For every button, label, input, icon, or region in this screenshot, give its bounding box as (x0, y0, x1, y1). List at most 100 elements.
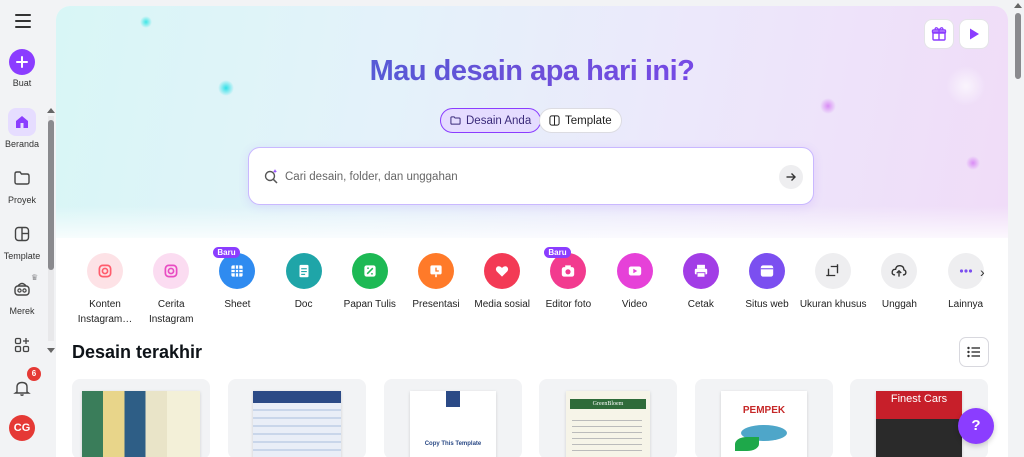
design-type-upload[interactable]: Unggah (863, 253, 935, 312)
list-icon (967, 346, 980, 358)
main-panel: Mau desain apa hari ini? Desain Anda Tem… (56, 6, 1008, 457)
menu-icon[interactable] (15, 14, 31, 28)
list-view-button[interactable] (959, 337, 989, 367)
sidebar-item-brand[interactable]: ♛ Merek (0, 273, 44, 316)
design-thumbnail (82, 391, 200, 457)
tab-label: Template (565, 114, 612, 127)
recent-design-card[interactable]: Copy This Template (384, 379, 522, 457)
page-scrollbar[interactable] (1012, 0, 1024, 457)
design-thumbnail: GreenBloem (566, 391, 650, 457)
folder-icon (450, 116, 461, 125)
design-type-doc[interactable]: Doc (268, 253, 340, 312)
tab-template[interactable]: Template (539, 108, 622, 133)
chevron-right-icon[interactable]: › (980, 264, 985, 280)
instagram-story-icon (153, 253, 190, 289)
magic-search-icon (264, 169, 278, 184)
design-type-instagram-post[interactable]: Konten Instagram… (69, 253, 141, 327)
menu-lines (572, 415, 642, 455)
more-icon (947, 253, 984, 289)
tab-your-designs[interactable]: Desain Anda (440, 108, 542, 133)
sidebar-scrollbar[interactable] (47, 106, 55, 356)
scrollbar-thumb[interactable] (1015, 13, 1021, 79)
recent-design-card[interactable]: GreenBloem (539, 379, 677, 457)
page-title: Mau desain apa hari ini? (56, 55, 1008, 88)
design-thumbnail: PEMPEK (721, 391, 807, 457)
recent-design-card[interactable]: PEMPEK (695, 379, 833, 457)
design-type-print[interactable]: Cetak (665, 253, 737, 312)
design-type-whiteboard[interactable]: Papan Tulis (334, 253, 406, 312)
hero-banner: Mau desain apa hari ini? Desain Anda Tem… (56, 6, 1008, 238)
scroll-down-arrow-icon[interactable] (47, 348, 55, 353)
scroll-up-arrow-icon[interactable] (47, 108, 55, 113)
design-type-video[interactable]: Video (599, 253, 671, 312)
scroll-up-arrow-icon[interactable] (1014, 3, 1022, 8)
folder-icon (8, 164, 36, 192)
design-type-label: Cerita Instagram (148, 299, 194, 325)
instagram-post-icon (87, 253, 123, 289)
notification-count-badge: 6 (27, 367, 41, 381)
sidebar-item-templates[interactable]: Template (0, 220, 44, 261)
whiteboard-icon (351, 253, 388, 289)
design-type-social-media[interactable]: Media sosial (466, 253, 538, 312)
avatar: CG (9, 415, 35, 441)
create-label: Buat (12, 78, 32, 88)
upload-icon (881, 253, 918, 289)
doc-icon (285, 253, 322, 289)
design-thumbnail (253, 391, 341, 457)
design-type-label: Lainnya (948, 299, 984, 310)
sidebar-item-label: Beranda (4, 139, 40, 149)
custom-size-icon (815, 253, 852, 289)
design-type-label: Presentasi (412, 299, 460, 310)
bookmark-tab (446, 391, 460, 407)
design-type-instagram-story[interactable]: Cerita Instagram (135, 253, 207, 327)
create-button[interactable]: Buat (0, 49, 44, 88)
search-input[interactable] (285, 167, 765, 187)
sidebar-item-apps[interactable] (0, 331, 44, 359)
notifications-button[interactable]: 6 (0, 367, 44, 402)
play-button[interactable] (959, 19, 989, 49)
play-icon (970, 28, 979, 40)
sheet-icon (219, 253, 256, 289)
account-button[interactable]: CG (0, 415, 44, 441)
search-submit-button[interactable] (779, 165, 803, 189)
design-type-presentation[interactable]: Presentasi (400, 253, 472, 312)
recent-designs-title: Desain terakhir (72, 342, 203, 362)
sidebar: Buat Beranda Proyek Template ♛ Merek 6 C… (0, 0, 46, 457)
design-type-label: Papan Tulis (343, 299, 396, 310)
design-type-label: Sheet (224, 299, 251, 310)
thumbnail-caption: Copy This Template (424, 441, 482, 447)
apps-icon (8, 331, 36, 359)
design-type-label: Doc (294, 299, 313, 310)
template-icon (549, 115, 560, 126)
design-type-photo-editor[interactable]: Baru Editor foto (532, 247, 604, 312)
thumbnail-caption: Finest Cars (890, 393, 948, 405)
scrollbar-thumb[interactable] (48, 120, 54, 270)
sparkle-decoration (140, 16, 152, 28)
help-button[interactable]: ? (958, 408, 994, 444)
sidebar-item-projects[interactable]: Proyek (0, 164, 44, 205)
design-type-sheet[interactable]: Baru Sheet (201, 247, 273, 312)
plus-icon (9, 49, 35, 75)
gift-button[interactable] (924, 19, 954, 49)
thumbnail-caption: GreenBloem (570, 399, 646, 409)
recent-design-card[interactable] (228, 379, 366, 457)
home-icon (8, 108, 36, 136)
photo-editor-icon (550, 253, 587, 289)
design-type-label: Konten Instagram… (77, 299, 133, 325)
design-type-custom-size[interactable]: Ukuran khusus (797, 253, 869, 312)
leaf-decoration (735, 437, 759, 451)
new-badge: Baru (544, 247, 571, 258)
design-type-website[interactable]: Situs web (731, 253, 803, 312)
sparkle-decoration (820, 98, 836, 114)
design-type-label: Cetak (687, 299, 714, 310)
recent-design-card[interactable] (72, 379, 210, 457)
design-type-more[interactable]: Lainnya (930, 253, 1002, 312)
design-type-label: Media sosial (474, 299, 530, 310)
design-type-label: Editor foto (545, 299, 592, 310)
social-media-icon (484, 253, 521, 289)
print-icon (682, 253, 719, 289)
sidebar-item-home[interactable]: Beranda (0, 108, 44, 149)
thumbnail-caption: PEMPEK (742, 405, 786, 416)
presentation-icon (418, 253, 454, 289)
video-icon (616, 253, 653, 289)
